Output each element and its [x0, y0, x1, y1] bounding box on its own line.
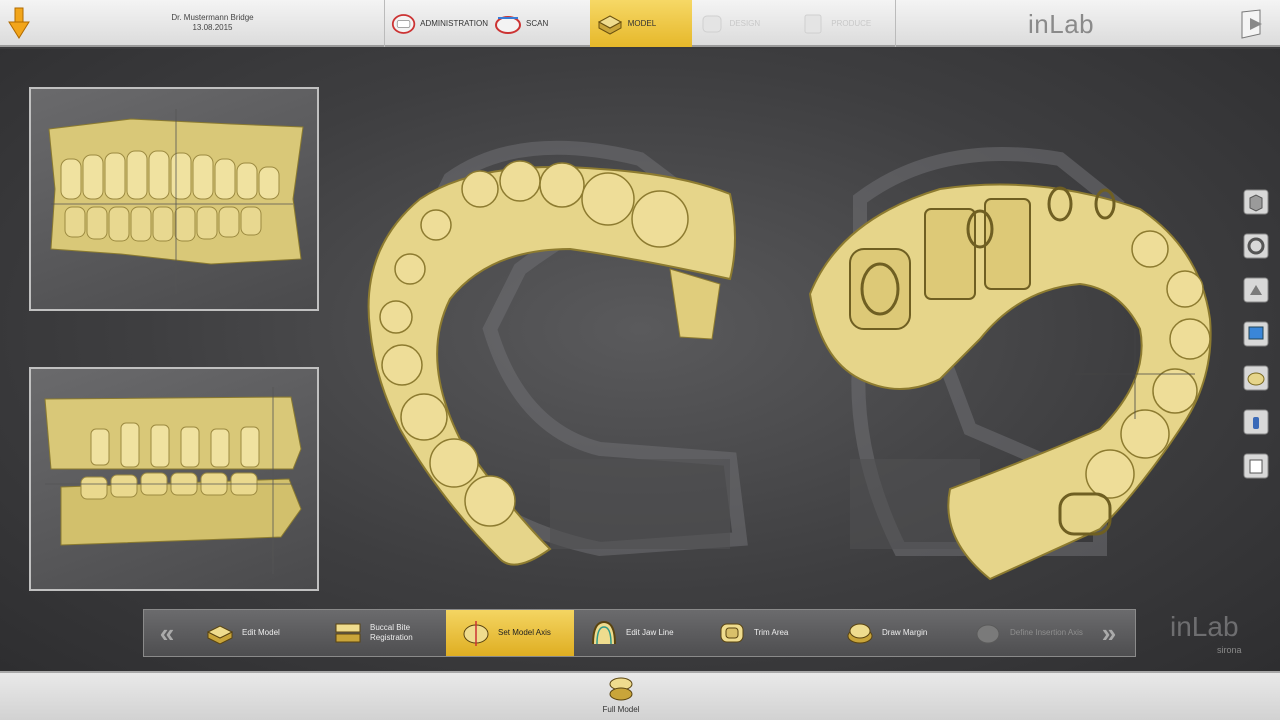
- cube-view-icon[interactable]: [1243, 189, 1269, 215]
- full-model-label: Full Model: [602, 705, 640, 714]
- draw-margin-icon: [847, 623, 873, 644]
- front-view-thumbnail[interactable]: [29, 87, 319, 311]
- tool-bar: « Edit Model Buccal Bite Registration Se…: [143, 609, 1136, 657]
- patient-info: Dr. Mustermann Bridge 13.08.2015: [130, 13, 295, 33]
- tooth-view-icon[interactable]: [1243, 277, 1269, 303]
- design-icon: [702, 15, 721, 32]
- set-model-axis-icon: [463, 621, 489, 646]
- administration-icon: [391, 13, 416, 34]
- step-label: PRODUCE: [831, 19, 872, 28]
- step-label: DESIGN: [729, 19, 761, 28]
- model-viewport[interactable]: [340, 99, 1220, 599]
- tool-set-model-axis[interactable]: Set Model Axis: [446, 610, 574, 656]
- side-teeth-image: [44, 387, 302, 574]
- exit-icon[interactable]: [1238, 8, 1266, 40]
- step-label: SCAN: [526, 19, 549, 28]
- define-insertion-axis-icon: [976, 624, 1000, 644]
- side-view-thumbnail[interactable]: [29, 367, 319, 591]
- brand-watermark: inLab: [1170, 611, 1239, 642]
- edit-jaw-line-icon: [592, 620, 616, 645]
- top-bar: Dr. Mustermann Bridge 13.08.2015 ADMINIS…: [0, 0, 1280, 47]
- tool-label: Edit Model: [242, 628, 280, 637]
- full-model-icon: [609, 677, 633, 701]
- buccal-bite-icon: [335, 623, 361, 643]
- tool-buccal-bite-registration[interactable]: Buccal Bite Registration: [318, 610, 446, 656]
- front-teeth-image: [48, 109, 304, 294]
- tool-label: Edit Jaw Line: [626, 628, 674, 637]
- step-produce: PRODUCE: [793, 0, 895, 47]
- bottom-bar: Full Model: [0, 671, 1280, 720]
- tool-label: Trim Area: [754, 628, 789, 637]
- trim-area-icon: [720, 623, 744, 643]
- step-scan[interactable]: SCAN: [488, 0, 590, 47]
- previous-tools-button[interactable]: «: [144, 610, 190, 656]
- edit-model-icon: [206, 625, 234, 645]
- back-arrow-icon[interactable]: [8, 6, 30, 40]
- step-label: ADMINISTRATION: [420, 19, 488, 28]
- tool-trim-area[interactable]: Trim Area: [702, 610, 830, 656]
- scan-icon: [495, 15, 521, 34]
- tool-label: Buccal Bite Registration: [370, 623, 413, 642]
- step-administration[interactable]: ADMINISTRATION: [385, 0, 488, 47]
- right-toolbar: [1243, 189, 1273, 497]
- tool-label: Set Model Axis: [498, 628, 551, 637]
- book-icon[interactable]: [1243, 453, 1269, 479]
- bottle-icon[interactable]: [1243, 409, 1269, 435]
- brand-logo: inLab: [1028, 9, 1095, 39]
- produce-icon: [804, 14, 822, 33]
- step-model[interactable]: MODEL: [589, 0, 692, 47]
- workflow-steps: ADMINISTRATION SCAN MODEL DESIGN PRODUCE: [384, 0, 896, 47]
- model-icon: [597, 14, 622, 35]
- tool-label: Draw Margin: [882, 628, 928, 637]
- screen-icon[interactable]: [1243, 321, 1269, 347]
- step-design: DESIGN: [692, 0, 794, 47]
- tool-label: Define Insertion Axis: [1010, 628, 1083, 637]
- patient-name: Dr. Mustermann Bridge: [171, 13, 254, 22]
- sirona-logo: sirona: [1217, 645, 1242, 655]
- full-model-button[interactable]: Full Model: [596, 675, 646, 714]
- tool-draw-margin[interactable]: Draw Margin: [830, 610, 958, 656]
- step-label: MODEL: [627, 19, 657, 28]
- tool-edit-model[interactable]: Edit Model: [190, 610, 318, 656]
- case-date: 13.08.2015: [192, 23, 233, 32]
- rotate-icon[interactable]: [1243, 233, 1269, 259]
- model-cast-icon[interactable]: [1243, 365, 1269, 391]
- tool-define-insertion-axis: Define Insertion Axis: [958, 610, 1086, 656]
- tool-edit-jaw-line[interactable]: Edit Jaw Line: [574, 610, 702, 656]
- workspace: [0, 49, 1280, 671]
- next-tools-button[interactable]: »: [1086, 610, 1132, 656]
